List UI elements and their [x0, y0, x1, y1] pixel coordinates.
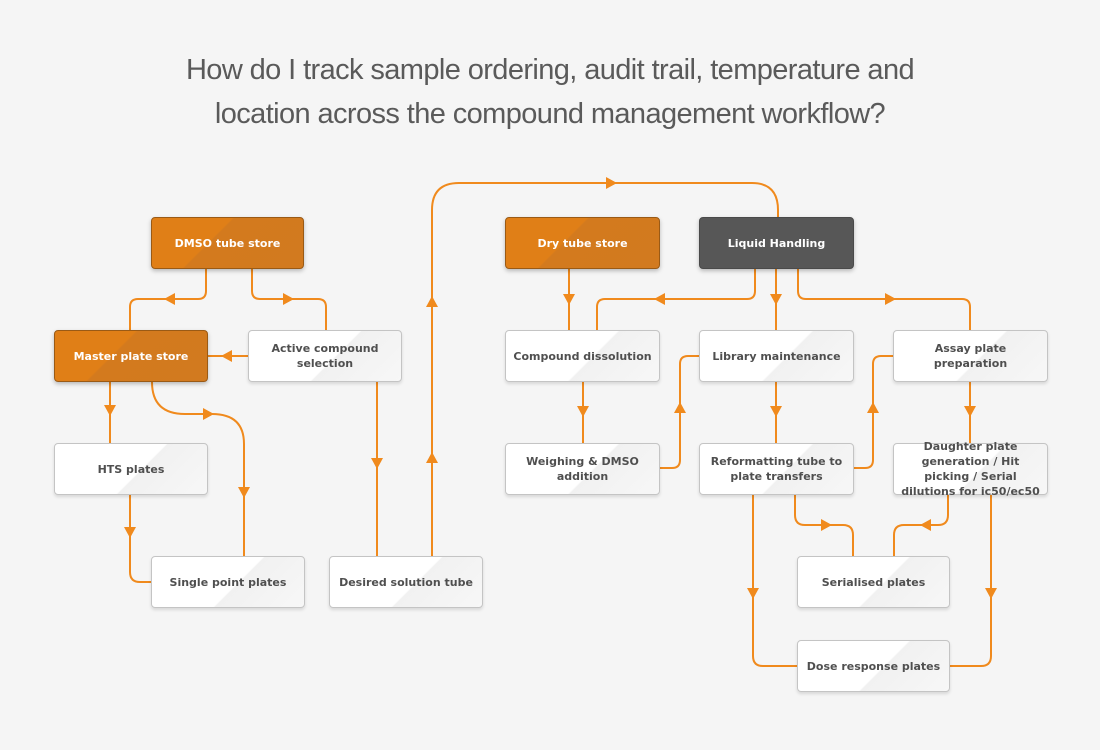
arrow-down-icon [747, 588, 759, 599]
arrow-right-icon [821, 519, 832, 531]
arrow-down-icon [770, 294, 782, 305]
arrow-up-icon [867, 402, 879, 413]
node-master-plate-store[interactable]: Master plate store [54, 330, 208, 382]
node-desired-solution-tube[interactable]: Desired solution tube [329, 556, 483, 608]
node-compound-dissolution[interactable]: Compound dissolution [505, 330, 660, 382]
arrow-down-icon [770, 406, 782, 417]
node-dmso-tube-store[interactable]: DMSO tube store [151, 217, 304, 269]
arrow-down-icon [577, 406, 589, 417]
node-assay-plate-preparation[interactable]: Assay plate preparation [893, 330, 1048, 382]
arrow-down-icon [104, 405, 116, 416]
node-reformatting-tube-to-plate[interactable]: Reformatting tube to plate transfers [699, 443, 854, 495]
node-daughter-plate-generation[interactable]: Daughter plate generation / Hit picking … [893, 440, 1048, 498]
arrow-right-icon [283, 293, 294, 305]
arrow-right-icon [606, 177, 617, 189]
edge-hts-to-single [129, 495, 151, 583]
arrow-left-icon [164, 293, 175, 305]
node-library-maintenance[interactable]: Library maintenance [699, 330, 854, 382]
node-active-compound-selection[interactable]: Active compound selection [248, 330, 402, 382]
arrow-right-icon [885, 293, 896, 305]
edge-liquid-to-dissolution [596, 269, 756, 330]
edge-liquid-to-assay [797, 269, 971, 330]
node-serialised-plates[interactable]: Serialised plates [797, 556, 950, 608]
arrow-up-icon [426, 296, 438, 307]
arrow-down-icon [238, 487, 250, 498]
arrow-down-icon [371, 458, 383, 469]
edge-reformatting-to-dose [752, 495, 797, 667]
edge-daughter-to-dose [950, 495, 992, 667]
node-hts-plates[interactable]: HTS plates [54, 443, 208, 495]
node-dry-tube-store[interactable]: Dry tube store [505, 217, 660, 269]
arrow-left-icon [221, 350, 232, 362]
arrow-up-icon [674, 402, 686, 413]
arrow-up-icon [426, 452, 438, 463]
node-single-point-plates[interactable]: Single point plates [151, 556, 305, 608]
arrow-right-icon [203, 408, 214, 420]
node-liquid-handling[interactable]: Liquid Handling [699, 217, 854, 269]
arrow-down-icon [563, 294, 575, 305]
arrow-left-icon [654, 293, 665, 305]
arrow-down-icon [964, 406, 976, 417]
node-weighing-dmso-addition[interactable]: Weighing & DMSO addition [505, 443, 660, 495]
arrow-down-icon [124, 527, 136, 538]
node-dose-response-plates[interactable]: Dose response plates [797, 640, 950, 692]
arrow-down-icon [985, 588, 997, 599]
arrow-left-icon [920, 519, 931, 531]
